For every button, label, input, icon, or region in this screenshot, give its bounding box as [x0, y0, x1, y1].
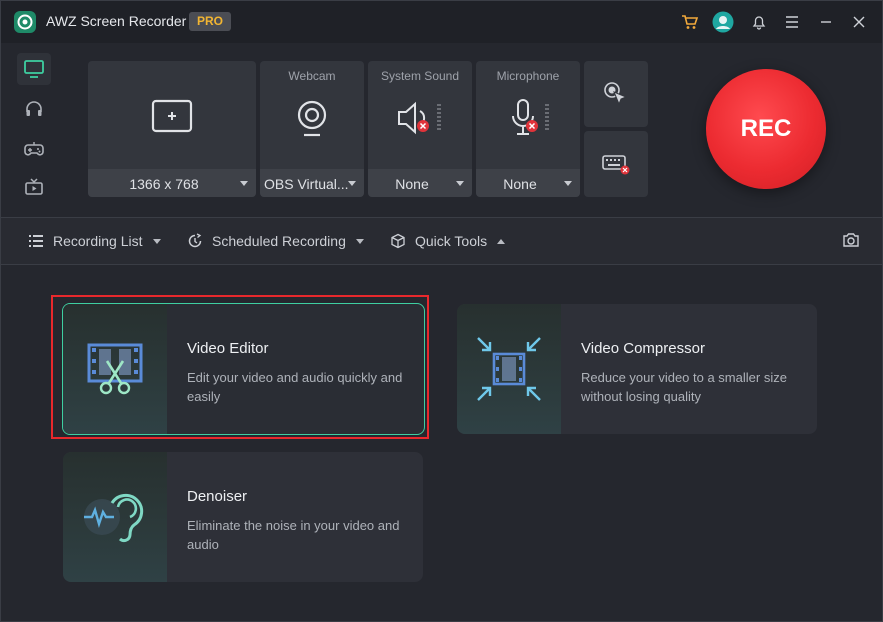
mouse-cursor-button[interactable] [584, 61, 648, 127]
cart-icon[interactable] [679, 11, 701, 33]
chevron-up-icon [497, 238, 506, 244]
screenshot-button[interactable] [842, 231, 868, 249]
recording-list-menu[interactable]: Recording List [27, 232, 161, 250]
app-window: AWZ Screen Recorder PRO 1366 x 768 Webca… [0, 0, 883, 622]
microphone-source[interactable]: Microphone None [476, 61, 580, 197]
video-compressor-desc: Reduce your video to a smaller size with… [581, 370, 787, 404]
scheduled-recording-menu[interactable]: Scheduled Recording [186, 232, 364, 250]
video-compressor-title: Video Compressor [581, 340, 705, 357]
webcam-icon [297, 100, 327, 137]
cube-icon [389, 232, 407, 250]
app-logo-icon [14, 11, 36, 33]
close-icon[interactable] [848, 11, 870, 33]
microphone-dropdown[interactable]: None [476, 169, 580, 197]
rec-button[interactable]: REC [706, 69, 826, 189]
pro-badge[interactable]: PRO [189, 12, 231, 31]
video-compressor-thumb [457, 304, 561, 434]
sidebar-screen-mode[interactable] [17, 53, 51, 85]
menu-icon[interactable] [781, 11, 803, 33]
keyboard-button[interactable] [584, 131, 648, 197]
denoiser-desc: Eliminate the noise in your video and au… [187, 518, 400, 552]
sidebar-tv-mode[interactable] [17, 171, 51, 203]
scheduled-recording-label: Scheduled Recording [212, 233, 346, 249]
webcam-dropdown[interactable]: OBS Virtual... [260, 169, 364, 197]
minimize-icon[interactable] [815, 11, 837, 33]
system-sound-label: System Sound [380, 69, 460, 83]
camera-icon [842, 231, 860, 249]
quick-tools-label: Quick Tools [415, 233, 488, 249]
webcam-source[interactable]: Webcam OBS Virtual... [260, 61, 364, 197]
selection-highlight [51, 295, 429, 439]
clock-icon [186, 232, 204, 250]
speaker-muted-icon [398, 101, 441, 135]
bell-icon[interactable] [748, 11, 770, 33]
denoiser-title: Denoiser [187, 488, 248, 505]
recording-list-label: Recording List [53, 233, 143, 249]
chevron-down-icon [240, 181, 248, 186]
denoiser-card[interactable]: Denoiser Eliminate the noise in your vid… [63, 452, 423, 582]
chevron-down-icon [152, 238, 161, 244]
compress-film-icon [477, 337, 541, 401]
system-sound-source[interactable]: System Sound None [368, 61, 472, 197]
system-sound-dropdown[interactable]: None [368, 169, 472, 197]
tv-icon [25, 178, 43, 195]
keyboard-muted-icon [602, 155, 630, 175]
tools-bar: Recording List Scheduled Recording Quick… [1, 217, 882, 265]
headphones-icon [26, 101, 42, 116]
system-sound-value: None [395, 176, 429, 192]
denoiser-thumb [63, 452, 167, 582]
chevron-down-icon [456, 181, 464, 186]
sidebar-audio-mode[interactable] [17, 93, 51, 125]
video-compressor-card[interactable]: Video Compressor Reduce your video to a … [457, 304, 817, 434]
user-avatar-icon[interactable] [712, 11, 734, 33]
microphone-label: Microphone [496, 69, 560, 83]
list-icon [27, 232, 45, 250]
cursor-click-icon [604, 82, 628, 106]
microphone-value: None [503, 176, 537, 192]
app-title: AWZ Screen Recorder [46, 13, 187, 29]
quick-tools-menu[interactable]: Quick Tools [389, 232, 506, 250]
gamepad-icon [24, 142, 44, 156]
webcam-label: Webcam [288, 69, 336, 83]
monitor-icon [24, 60, 44, 78]
title-bar: AWZ Screen Recorder PRO [1, 1, 882, 43]
region-value: 1366 x 768 [129, 176, 199, 192]
chevron-down-icon [355, 238, 364, 244]
sidebar-game-mode[interactable] [17, 133, 51, 165]
chevron-down-icon [348, 181, 356, 186]
webcam-value: OBS Virtual... [264, 176, 348, 192]
region-dropdown[interactable]: 1366 x 768 [88, 169, 256, 197]
chevron-down-icon [564, 181, 572, 186]
screen-region-icon [151, 99, 193, 133]
ear-waveform-icon [84, 493, 144, 543]
region-selector[interactable]: 1366 x 768 [88, 61, 256, 197]
microphone-muted-icon [512, 99, 549, 135]
